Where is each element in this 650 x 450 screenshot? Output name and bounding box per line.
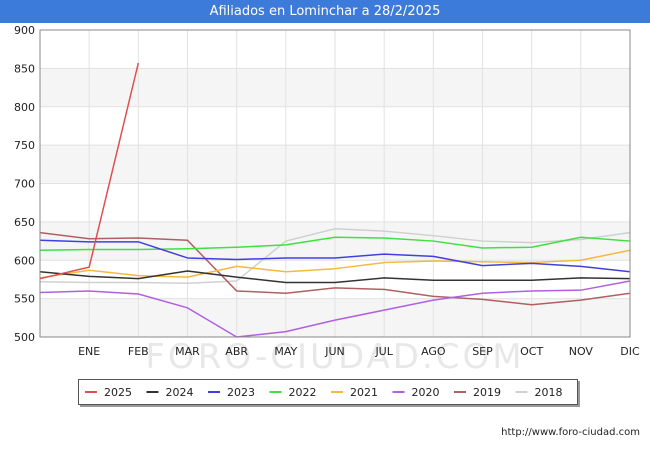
x-tick-label: MAR (175, 345, 200, 358)
y-tick-label: 900 (14, 24, 35, 37)
legend-label-2024: 2024 (166, 386, 194, 399)
legend-label-2022: 2022 (289, 386, 317, 399)
source-credit: http://www.foro-ciudad.com (501, 427, 640, 438)
x-tick-label: ENE (78, 345, 100, 358)
x-tick-label: FEB (128, 345, 149, 358)
legend-label-2021: 2021 (350, 386, 378, 399)
legend-label-2025: 2025 (104, 386, 132, 399)
legend-label-2020: 2020 (412, 386, 440, 399)
y-tick-label: 700 (14, 178, 35, 191)
legend-label-2023: 2023 (227, 386, 255, 399)
x-tick-label: OCT (520, 345, 543, 358)
y-tick-label: 600 (14, 254, 35, 267)
legend-label-2018: 2018 (535, 386, 563, 399)
y-tick-label: 850 (14, 62, 35, 75)
x-tick-label: JUN (324, 345, 345, 358)
x-tick-label: MAY (274, 345, 297, 358)
y-tick-label: 500 (14, 331, 35, 344)
y-tick-label: 800 (14, 101, 35, 114)
x-tick-label: ABR (225, 345, 248, 358)
x-tick-label: DIC (620, 345, 640, 358)
x-tick-label: SEP (472, 345, 493, 358)
y-tick-label: 650 (14, 216, 35, 229)
x-tick-label: JUL (374, 345, 393, 358)
legend-label-2019: 2019 (473, 386, 501, 399)
x-tick-label: AGO (421, 345, 446, 358)
legend: 2025 2024 2023 2022 2021 2020 2019 2018 (78, 379, 578, 405)
y-tick-label: 550 (14, 293, 35, 306)
x-tick-label: NOV (569, 345, 594, 358)
y-tick-label: 750 (14, 139, 35, 152)
